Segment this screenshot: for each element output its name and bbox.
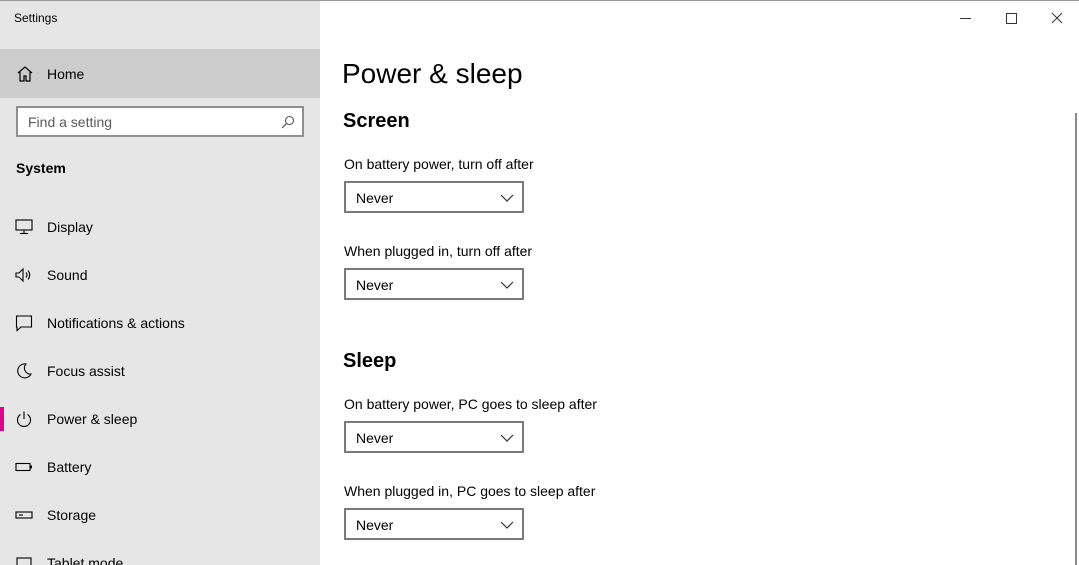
chevron-down-icon [500,281,514,289]
app-title: Settings [14,11,58,25]
sidebar: Settings Home System Display [0,1,320,565]
close-button[interactable] [1034,5,1079,33]
screen-section-title: Screen [343,110,410,132]
screen-plugged-label: When plugged in, turn off after [344,243,533,259]
speaker-icon [15,267,31,283]
sidebar-item-storage[interactable]: Storage [0,493,320,537]
sidebar-item-label: Focus assist [47,363,125,379]
power-icon [16,411,32,428]
dropdown-value: Never [356,517,394,533]
screen-battery-label: On battery power, turn off after [344,156,534,172]
search-input[interactable] [18,108,273,135]
maximize-icon [1006,13,1017,24]
sidebar-item-label: Notifications & actions [47,315,185,331]
sidebar-item-label: Power & sleep [47,411,138,427]
home-icon [17,66,33,82]
sidebar-item-notifications[interactable]: Notifications & actions [0,301,320,345]
minimize-button[interactable] [942,5,988,33]
tablet-icon [16,557,32,565]
sidebar-item-display[interactable]: Display [0,205,320,249]
sleep-section-title: Sleep [343,350,397,372]
search-icon[interactable] [281,115,295,129]
settings-window: Settings Home System Display [0,0,1079,565]
main-content: Power & sleep Screen On battery power, t… [320,1,1079,565]
display-icon [15,219,33,235]
notification-icon [15,315,33,332]
dropdown-value: Never [356,277,394,293]
sidebar-item-sound[interactable]: Sound [0,253,320,297]
sidebar-item-battery[interactable]: Battery [0,445,320,489]
sidebar-item-tablet-mode[interactable]: Tablet mode [0,541,320,565]
moon-icon [17,363,32,379]
storage-icon [15,511,33,519]
search-box[interactable] [16,106,304,137]
vertical-scrollbar[interactable] [1075,113,1077,565]
sleep-battery-label: On battery power, PC goes to sleep after [344,396,597,412]
chevron-down-icon [500,194,514,202]
battery-icon [15,462,32,472]
selection-indicator [0,407,4,431]
sidebar-item-label: Battery [47,459,92,475]
sleep-plugged-label: When plugged in, PC goes to sleep after [344,483,596,499]
chevron-down-icon [500,434,514,442]
section-heading-system: System [16,160,66,176]
screen-battery-dropdown[interactable]: Never [344,181,524,213]
sidebar-item-label: Display [47,219,93,235]
maximize-button[interactable] [988,5,1034,33]
sidebar-item-label: Sound [47,267,88,283]
page-title: Power & sleep [342,58,523,89]
minimize-icon [960,18,971,19]
home-nav-item[interactable]: Home [0,49,320,98]
sleep-battery-dropdown[interactable]: Never [344,421,524,453]
screen-plugged-dropdown[interactable]: Never [344,268,524,300]
home-label: Home [47,66,85,82]
sidebar-item-label: Storage [47,507,97,523]
sidebar-item-power-sleep[interactable]: Power & sleep [0,397,320,441]
sidebar-item-label: Tablet mode [47,555,124,565]
sidebar-item-focus-assist[interactable]: Focus assist [0,349,320,393]
dropdown-value: Never [356,190,394,206]
dropdown-value: Never [356,430,394,446]
chevron-down-icon [500,521,514,529]
sleep-plugged-dropdown[interactable]: Never [344,508,524,540]
close-icon [1051,12,1063,24]
